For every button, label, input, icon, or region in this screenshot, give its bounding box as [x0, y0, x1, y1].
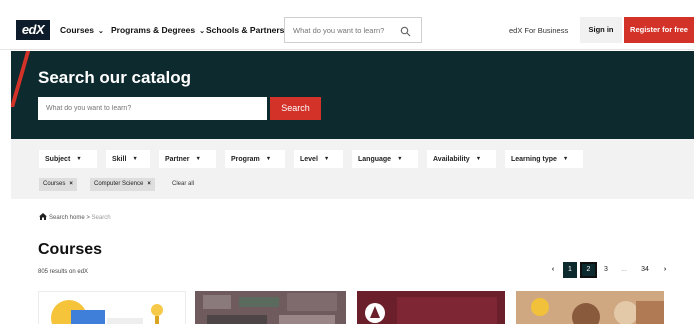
nav-programs-degrees[interactable]: Programs & Degrees ⌄ [111, 25, 205, 35]
caret-down-icon: ▼ [397, 156, 403, 162]
filter-availability[interactable]: Availability ▼ [427, 150, 496, 168]
filter-learning-type[interactable]: Learning type ▼ [505, 150, 583, 168]
pagination-page[interactable]: 3 [600, 262, 612, 278]
pagination-page[interactable]: 34 [636, 262, 654, 278]
clear-all-link[interactable]: Clear all [172, 181, 194, 187]
header-search [284, 17, 422, 43]
breadcrumb-separator: > [86, 215, 90, 221]
close-icon[interactable]: × [69, 181, 73, 187]
filter-label: Language [358, 156, 392, 163]
top-nav: edX Courses ⌄ Programs & Degrees ⌄ Schools… [0, 0, 694, 50]
filter-label: Program [231, 156, 260, 163]
course-card[interactable] [195, 291, 346, 324]
catalog-search-input[interactable] [38, 97, 267, 120]
pagination-page-current[interactable]: 2 [580, 262, 597, 278]
search-icon[interactable] [400, 24, 411, 42]
catalog-search-button[interactable]: Search [270, 97, 321, 120]
register-button[interactable]: Register for free [624, 17, 694, 43]
caret-down-icon: ▼ [132, 156, 138, 162]
filter-label: Learning type [511, 156, 557, 163]
course-card[interactable] [357, 291, 505, 324]
home-icon[interactable] [39, 213, 47, 222]
filter-program[interactable]: Program ▼ [225, 150, 285, 168]
nav-schools-partners[interactable]: Schools & Partners [206, 25, 284, 35]
nav-programs-label: Programs & Degrees [111, 25, 196, 35]
chip-label: Computer Science [94, 181, 144, 187]
breadcrumb-home[interactable]: Search home [49, 215, 85, 221]
filter-label: Subject [45, 156, 71, 163]
catalog-search [38, 97, 267, 120]
filter-language[interactable]: Language ▼ [352, 150, 418, 168]
caret-down-icon: ▼ [475, 156, 482, 162]
course-card-image [357, 291, 505, 324]
page-title: Courses [38, 241, 103, 258]
edx-logo[interactable]: edX [16, 20, 50, 40]
course-card[interactable] [516, 291, 664, 324]
caret-down-icon: ▼ [76, 156, 82, 162]
active-filter-chip[interactable]: Computer Science × [90, 178, 155, 191]
breadcrumb: Search home > Search [39, 213, 111, 222]
chevron-down-icon: ⌄ [98, 28, 104, 35]
filter-label: Skill [112, 156, 127, 163]
caret-down-icon: ▼ [265, 156, 272, 162]
nav-courses-label: Courses [60, 25, 95, 35]
breadcrumb-current: Search [91, 215, 111, 221]
filter-partner[interactable]: Partner ▼ [159, 150, 216, 168]
course-card[interactable] [38, 291, 186, 324]
accent-slash [11, 51, 32, 107]
course-card-image [51, 300, 163, 324]
pagination-page[interactable]: 1 [563, 262, 577, 278]
sign-in-button[interactable]: Sign in [580, 17, 622, 43]
filter-label: Partner [165, 156, 190, 163]
chip-label: Courses [43, 181, 66, 187]
hero-title: Search our catalog [38, 68, 192, 87]
active-filter-chip[interactable]: Courses × [39, 178, 77, 191]
filter-level[interactable]: Level ▼ [294, 150, 343, 168]
chevron-down-icon: ⌄ [199, 28, 205, 35]
filter-label: Level [300, 156, 318, 163]
filter-label: Availability [433, 156, 470, 163]
header-search-input[interactable] [285, 18, 395, 42]
course-card-image [195, 291, 346, 324]
search-hero: Search our catalog Search [11, 51, 694, 139]
nav-courses[interactable]: Courses ⌄ [60, 25, 104, 35]
filter-subject[interactable]: Subject ▼ [39, 150, 97, 168]
caret-down-icon: ▼ [323, 156, 330, 162]
filter-skill[interactable]: Skill ▼ [106, 150, 150, 168]
pagination-prev[interactable]: ‹ [548, 262, 558, 278]
close-icon[interactable]: × [147, 181, 151, 187]
course-card-image [516, 291, 664, 324]
results-count: 805 results on edX [38, 269, 89, 275]
caret-down-icon: ▼ [195, 156, 201, 162]
nav-schools-label: Schools & Partners [206, 25, 285, 35]
pagination-ellipsis: ... [621, 266, 627, 273]
caret-down-icon: ▼ [562, 156, 569, 162]
edx-for-business-link[interactable]: edX For Business [509, 26, 568, 35]
pagination-next[interactable]: › [659, 262, 671, 278]
